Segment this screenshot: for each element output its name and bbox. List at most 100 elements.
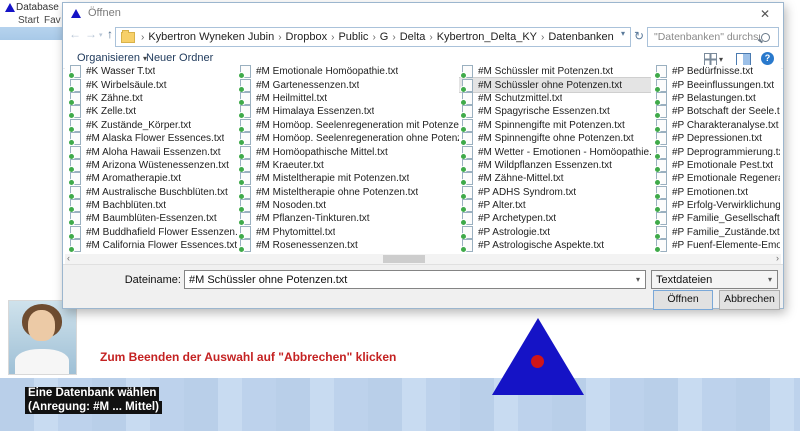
file-item[interactable]: #P Emotionen.txt xyxy=(653,186,780,199)
text-file-icon xyxy=(70,186,81,199)
filetype-select[interactable]: Textdateien ▾ xyxy=(651,270,778,289)
back-icon[interactable]: ← xyxy=(69,27,81,41)
file-item[interactable]: #M Spinnengifte ohne Potenzen.txt xyxy=(459,132,651,145)
menu-start[interactable]: Start xyxy=(18,15,39,26)
file-item[interactable]: #P Depressionen.txt xyxy=(653,132,780,145)
scroll-right-icon[interactable]: › xyxy=(776,253,779,263)
text-file-icon xyxy=(70,132,81,145)
file-item[interactable]: #K Wasser T.txt xyxy=(67,65,237,78)
file-item[interactable]: #M Homöop. Seelenregeneration ohne Poten… xyxy=(237,132,459,145)
dialog-titlebar[interactable]: Öffnen ✕ xyxy=(63,3,783,25)
text-file-icon xyxy=(656,105,667,118)
file-item[interactable]: #M Phytomittel.txt xyxy=(237,226,459,239)
breadcrumb-item[interactable]: Kybertron Wyneken Jubin xyxy=(146,31,276,43)
file-item[interactable]: #P Beeinflussungen.txt xyxy=(653,78,780,91)
file-item[interactable]: #K Zustände_Körper.txt xyxy=(67,119,237,132)
file-item[interactable]: #P Belastungen.txt xyxy=(653,92,780,105)
file-item[interactable]: #P Fuenf-Elemente-Emotionen xyxy=(653,239,780,252)
file-item[interactable]: #M Emotionale Homöopathie.txt xyxy=(237,65,459,78)
up-icon[interactable]: ↑ xyxy=(107,27,113,41)
file-item[interactable]: #M Spagyrische Essenzen.txt xyxy=(459,105,651,118)
breadcrumb-separator: › xyxy=(139,32,146,43)
file-item[interactable]: #M Misteltherapie ohne Potenzen.txt xyxy=(237,186,459,199)
breadcrumb-item[interactable]: Dropbox xyxy=(284,31,330,43)
file-item[interactable]: #M Spinnengifte mit Potenzen.txt xyxy=(459,119,651,132)
breadcrumb-item[interactable]: Delta xyxy=(398,31,428,43)
file-item[interactable]: #M Wetter - Emotionen - Homöopathie.txt xyxy=(459,145,651,158)
file-item[interactable]: #M California Flower Essences.txt xyxy=(67,239,237,252)
file-item[interactable]: #M Zähne-Mittel.txt xyxy=(459,172,651,185)
file-item[interactable]: #P Bedürfnisse.txt xyxy=(653,65,780,78)
file-item[interactable]: #P Alter.txt xyxy=(459,199,651,212)
file-item[interactable]: #P Astrologische Aspekte.txt xyxy=(459,239,651,252)
history-dropdown-icon[interactable]: ▾ xyxy=(99,31,103,39)
filename-dropdown-icon[interactable]: ▾ xyxy=(631,275,645,284)
cancel-button[interactable]: Abbrechen xyxy=(719,290,780,310)
file-name: #M Bachblüten.txt xyxy=(86,200,166,211)
file-item[interactable]: #P Astrologie.txt xyxy=(459,226,651,239)
file-item[interactable]: #P ADHS Syndrom.txt xyxy=(459,186,651,199)
breadcrumb-item[interactable]: G xyxy=(378,31,391,43)
filename-input[interactable]: #M Schüssler ohne Potenzen.txt ▾ xyxy=(184,270,646,289)
file-item[interactable]: #P Emotionale Pest.txt xyxy=(653,159,780,172)
breadcrumb[interactable]: ›Kybertron Wyneken Jubin›Dropbox›Public›… xyxy=(115,27,631,47)
breadcrumb-separator: › xyxy=(329,32,336,43)
file-item[interactable]: #M Rosenessenzen.txt xyxy=(237,239,459,252)
file-item[interactable]: #M Wildpflanzen Essenzen.txt xyxy=(459,159,651,172)
file-item[interactable]: #M Himalaya Essenzen.txt xyxy=(237,105,459,118)
view-dropdown-icon[interactable]: ▾ xyxy=(719,55,723,64)
file-item[interactable]: #M Aloha Hawaii Essenzen.txt xyxy=(67,145,237,158)
file-item[interactable]: #P Familie_Gesellschaft.txt xyxy=(653,212,780,225)
file-item[interactable]: #M Buddhafield Flower Essenzen.txt xyxy=(67,226,237,239)
file-item[interactable]: #P Emotionale Regeneration.b xyxy=(653,172,780,185)
organize-button[interactable]: Organisieren ▾ xyxy=(77,52,147,64)
new-folder-button[interactable]: Neuer Ordner xyxy=(146,52,213,64)
file-item[interactable]: #P Botschaft der Seele.txt xyxy=(653,105,780,118)
file-item[interactable]: #P Familie_Zustände.txt xyxy=(653,226,780,239)
file-item[interactable]: #M Arizona Wüstenessenzen.txt xyxy=(67,159,237,172)
breadcrumb-item[interactable]: Datenbanken xyxy=(546,31,615,43)
file-item[interactable]: #M Misteltherapie mit Potenzen.txt xyxy=(237,172,459,185)
file-item[interactable]: #M Alaska Flower Essences.txt xyxy=(67,132,237,145)
filetype-dropdown-icon[interactable]: ▾ xyxy=(763,275,777,284)
file-item[interactable]: #M Homöop. Seelenregeneration mit Potenz… xyxy=(237,119,459,132)
hint-line-1: Eine Datenbank wählen xyxy=(25,387,159,401)
file-name: #M Homöop. Seelenregeneration ohne Poten… xyxy=(256,133,459,144)
file-item[interactable]: #P Charakteranalyse.txt xyxy=(653,119,780,132)
horizontal-scrollbar[interactable]: ‹ › xyxy=(65,254,781,264)
file-item[interactable]: #M Gartenessenzen.txt xyxy=(237,78,459,91)
file-item[interactable]: #M Aromatherapie.txt xyxy=(67,172,237,185)
breadcrumb-item[interactable]: Kybertron_Delta_KY xyxy=(435,31,539,43)
refresh-icon[interactable]: ↻ xyxy=(634,29,644,43)
file-item[interactable]: #M Bachblüten.txt xyxy=(67,199,237,212)
search-icon[interactable] xyxy=(761,33,770,42)
file-item[interactable]: #M Nosoden.txt xyxy=(237,199,459,212)
search-input[interactable]: "Datenbanken" durchsuchen xyxy=(647,27,779,47)
file-item[interactable]: #M Schüssler mit Potenzen.txt xyxy=(459,65,651,78)
menu-fav[interactable]: Fav xyxy=(44,15,61,26)
file-item[interactable]: #M Homöopathische Mittel.txt xyxy=(237,145,459,158)
navigation-row: ← → ▾ ↑ ›Kybertron Wyneken Jubin›Dropbox… xyxy=(63,25,783,49)
close-icon[interactable]: ✕ xyxy=(751,5,779,23)
scroll-left-icon[interactable]: ‹ xyxy=(67,253,70,263)
file-item[interactable]: #M Heilmittel.txt xyxy=(237,92,459,105)
file-item[interactable]: #K Zähne.txt xyxy=(67,92,237,105)
file-item[interactable]: #M Australische Buschblüten.txt xyxy=(67,186,237,199)
file-item[interactable]: #P Erfolg-Verwirklichung.txt xyxy=(653,199,780,212)
file-item[interactable]: #M Schutzmittel.txt xyxy=(459,92,651,105)
file-item[interactable]: #K Wirbelsäule.txt xyxy=(67,78,237,91)
breadcrumb-item[interactable]: Public xyxy=(336,31,370,43)
address-dropdown-icon[interactable]: ▾ xyxy=(621,29,625,38)
file-item[interactable]: #P Archetypen.txt xyxy=(459,212,651,225)
file-item[interactable]: #M Baumblüten-Essenzen.txt xyxy=(67,212,237,225)
file-item[interactable]: #M Pflanzen-Tinkturen.txt xyxy=(237,212,459,225)
hscrollbar-thumb[interactable] xyxy=(383,255,425,263)
open-button[interactable]: Öffnen xyxy=(653,290,713,310)
file-name: #M Zähne-Mittel.txt xyxy=(478,173,564,184)
file-item[interactable]: #M Kraeuter.txt xyxy=(237,159,459,172)
file-item[interactable]: #K Zelle.txt xyxy=(67,105,237,118)
file-item[interactable]: #M Schüssler ohne Potenzen.txt xyxy=(459,78,651,91)
file-item[interactable]: #P Deprogrammierung.txt xyxy=(653,145,780,158)
help-icon[interactable]: ? xyxy=(761,52,774,65)
forward-icon[interactable]: → xyxy=(85,27,97,41)
